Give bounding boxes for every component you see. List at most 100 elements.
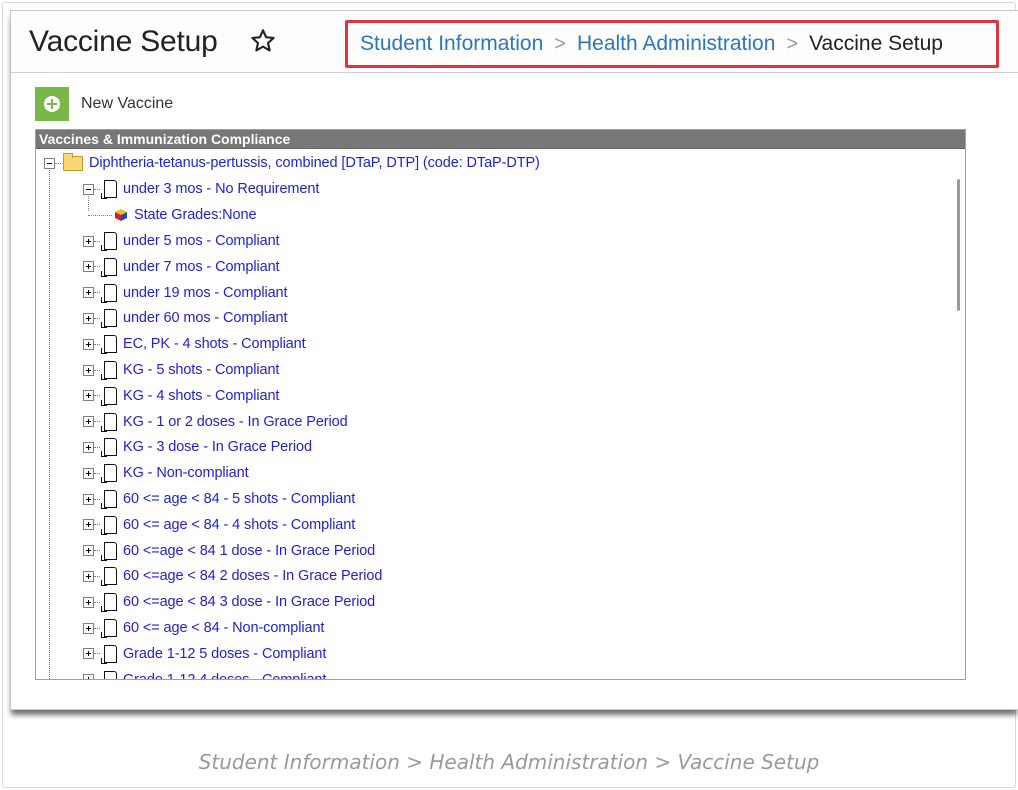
- document-icon: [101, 412, 117, 432]
- tree-node-label[interactable]: KG - 4 shots - Compliant: [123, 388, 279, 404]
- tree-node[interactable]: Grade 1-12 5 doses - Compliant: [83, 643, 326, 665]
- vaccine-tree-panel: Vaccines & Immunization Compliance Dipht…: [35, 129, 966, 680]
- expand-toggle[interactable]: [83, 467, 94, 479]
- folder-icon: [63, 152, 83, 171]
- breadcrumb-link-health-administration[interactable]: Health Administration: [577, 32, 775, 56]
- breadcrumb-separator: >: [786, 32, 799, 55]
- tree-node-label[interactable]: under 7 mos - Compliant: [123, 259, 280, 275]
- document-icon: [101, 180, 117, 199]
- tree-node[interactable]: 60 <=age < 84 1 dose - In Grace Period: [83, 540, 375, 562]
- breadcrumb-current: Vaccine Setup: [809, 32, 943, 55]
- tree-node-label[interactable]: 60 <= age < 84 - 4 shots - Compliant: [123, 517, 355, 533]
- expand-toggle[interactable]: [83, 570, 94, 582]
- tree-node[interactable]: under 7 mos - Compliant: [83, 256, 280, 278]
- tree-node-label[interactable]: 60 <=age < 84 2 doses - In Grace Period: [123, 568, 382, 584]
- document-icon: [101, 309, 117, 329]
- tree-node[interactable]: 60 <= age < 84 - 4 shots - Compliant: [83, 514, 355, 536]
- tree-body[interactable]: Diphtheria-tetanus-pertussis, combined […: [36, 149, 965, 679]
- collapse-toggle[interactable]: [44, 157, 55, 169]
- tree-node-label[interactable]: under 60 mos - Compliant: [123, 310, 288, 326]
- tree-leaf-label[interactable]: State Grades:None: [134, 207, 257, 223]
- tree-node[interactable]: EC, PK - 4 shots - Compliant: [83, 333, 306, 355]
- tree-node[interactable]: 60 <=age < 84 2 doses - In Grace Period: [83, 565, 382, 587]
- expand-toggle[interactable]: [83, 338, 94, 350]
- expand-toggle[interactable]: [83, 235, 94, 247]
- tree-node-label[interactable]: under 19 mos - Compliant: [123, 285, 288, 301]
- tree-node-label[interactable]: Grade 1-12 4 doses - Compliant: [123, 672, 326, 679]
- tree-node-label[interactable]: under 3 mos - No Requirement: [123, 181, 319, 197]
- tree-node-label[interactable]: 60 <= age < 84 - 5 shots - Compliant: [123, 491, 355, 507]
- tree-node[interactable]: 60 <= age < 84 - 5 shots - Compliant: [83, 488, 355, 510]
- add-icon[interactable]: [35, 87, 69, 121]
- new-vaccine-label[interactable]: New Vaccine: [81, 95, 173, 113]
- tree-node-label[interactable]: Grade 1-12 5 doses - Compliant: [123, 646, 326, 662]
- document-icon: [101, 567, 117, 587]
- tree-node[interactable]: KG - 5 shots - Compliant: [83, 359, 279, 381]
- expand-toggle[interactable]: [83, 622, 94, 634]
- new-vaccine-button[interactable]: New Vaccine: [35, 87, 173, 121]
- expand-toggle[interactable]: [83, 261, 94, 273]
- collapse-toggle[interactable]: [83, 183, 94, 195]
- expand-toggle[interactable]: [83, 674, 94, 679]
- tree-node-label[interactable]: 60 <=age < 84 3 dose - In Grace Period: [123, 594, 375, 610]
- star-icon[interactable]: [249, 27, 277, 55]
- expand-toggle[interactable]: [83, 648, 94, 660]
- tree-leaf[interactable]: State Grades:None: [88, 204, 257, 226]
- document-icon: [101, 232, 117, 251]
- caption: Student Information > Health Administrat…: [198, 750, 820, 774]
- tree-node[interactable]: 60 <=age < 84 3 dose - In Grace Period: [83, 591, 375, 613]
- expand-toggle[interactable]: [83, 416, 94, 428]
- document-icon: [101, 515, 117, 535]
- tree-node-label[interactable]: KG - 1 or 2 doses - In Grace Period: [123, 414, 348, 430]
- expand-toggle[interactable]: [83, 312, 94, 324]
- expand-toggle[interactable]: [83, 390, 94, 402]
- document-icon: [101, 490, 117, 509]
- tree-node-label[interactable]: KG - 5 shots - Compliant: [123, 362, 279, 378]
- document-icon: [101, 361, 117, 380]
- tree-node-label[interactable]: KG - 3 dose - In Grace Period: [123, 439, 312, 455]
- expand-toggle[interactable]: [83, 287, 94, 299]
- tree-node[interactable]: KG - 3 dose - In Grace Period: [83, 436, 312, 458]
- tree-node[interactable]: under 5 mos - Compliant: [83, 230, 280, 252]
- tree-node[interactable]: KG - 4 shots - Compliant: [83, 385, 279, 407]
- grade-cube-icon: [115, 209, 127, 221]
- tree-node[interactable]: KG - 1 or 2 doses - In Grace Period: [83, 411, 348, 433]
- document-icon: [101, 335, 117, 355]
- app-window: Vaccine Setup Student Information > Heal…: [10, 10, 1018, 710]
- document-icon: [104, 670, 117, 679]
- tree-root-node[interactable]: Diphtheria-tetanus-pertussis, combined […: [44, 152, 540, 174]
- tree-root-label[interactable]: Diphtheria-tetanus-pertussis, combined […: [89, 155, 540, 171]
- tree-node-label[interactable]: under 5 mos - Compliant: [123, 233, 280, 249]
- tree-node-label[interactable]: 60 <= age < 84 - Non-compliant: [123, 620, 324, 636]
- document-icon: [101, 283, 117, 303]
- document-icon: [101, 438, 117, 458]
- expand-toggle[interactable]: [83, 493, 94, 505]
- document-icon: [101, 619, 117, 638]
- document-icon: [101, 464, 117, 484]
- scrollbar-thumb[interactable]: [957, 179, 960, 311]
- document-icon: [101, 593, 117, 613]
- tree-node[interactable]: under 3 mos - No Requirement: [83, 178, 319, 200]
- tree-node[interactable]: KG - Non-compliant: [83, 462, 249, 484]
- tree-node-label[interactable]: KG - Non-compliant: [123, 465, 249, 481]
- expand-toggle[interactable]: [83, 545, 94, 557]
- document-icon: [101, 386, 117, 406]
- breadcrumb: Student Information > Health Administrat…: [345, 20, 999, 68]
- tree-node-label[interactable]: EC, PK - 4 shots - Compliant: [123, 336, 306, 352]
- tree-node-label[interactable]: 60 <=age < 84 1 dose - In Grace Period: [123, 543, 375, 559]
- header-bar: Vaccine Setup Student Information > Heal…: [11, 11, 1018, 73]
- document-icon: [101, 644, 117, 664]
- breadcrumb-separator: >: [554, 32, 566, 55]
- expand-toggle[interactable]: [83, 364, 94, 376]
- tree-node[interactable]: under 60 mos - Compliant: [83, 307, 288, 329]
- tree-header: Vaccines & Immunization Compliance: [36, 130, 965, 149]
- tree-node[interactable]: 60 <= age < 84 - Non-compliant: [83, 617, 324, 639]
- expand-toggle[interactable]: [83, 441, 94, 453]
- breadcrumb-link-student-information[interactable]: Student Information: [360, 32, 543, 56]
- tree-node[interactable]: Grade 1-12 4 doses - Compliant: [83, 669, 326, 679]
- tree-node[interactable]: under 19 mos - Compliant: [83, 282, 288, 304]
- document-icon: [101, 541, 117, 561]
- document-icon: [101, 257, 117, 277]
- expand-toggle[interactable]: [83, 596, 94, 608]
- expand-toggle[interactable]: [83, 519, 94, 531]
